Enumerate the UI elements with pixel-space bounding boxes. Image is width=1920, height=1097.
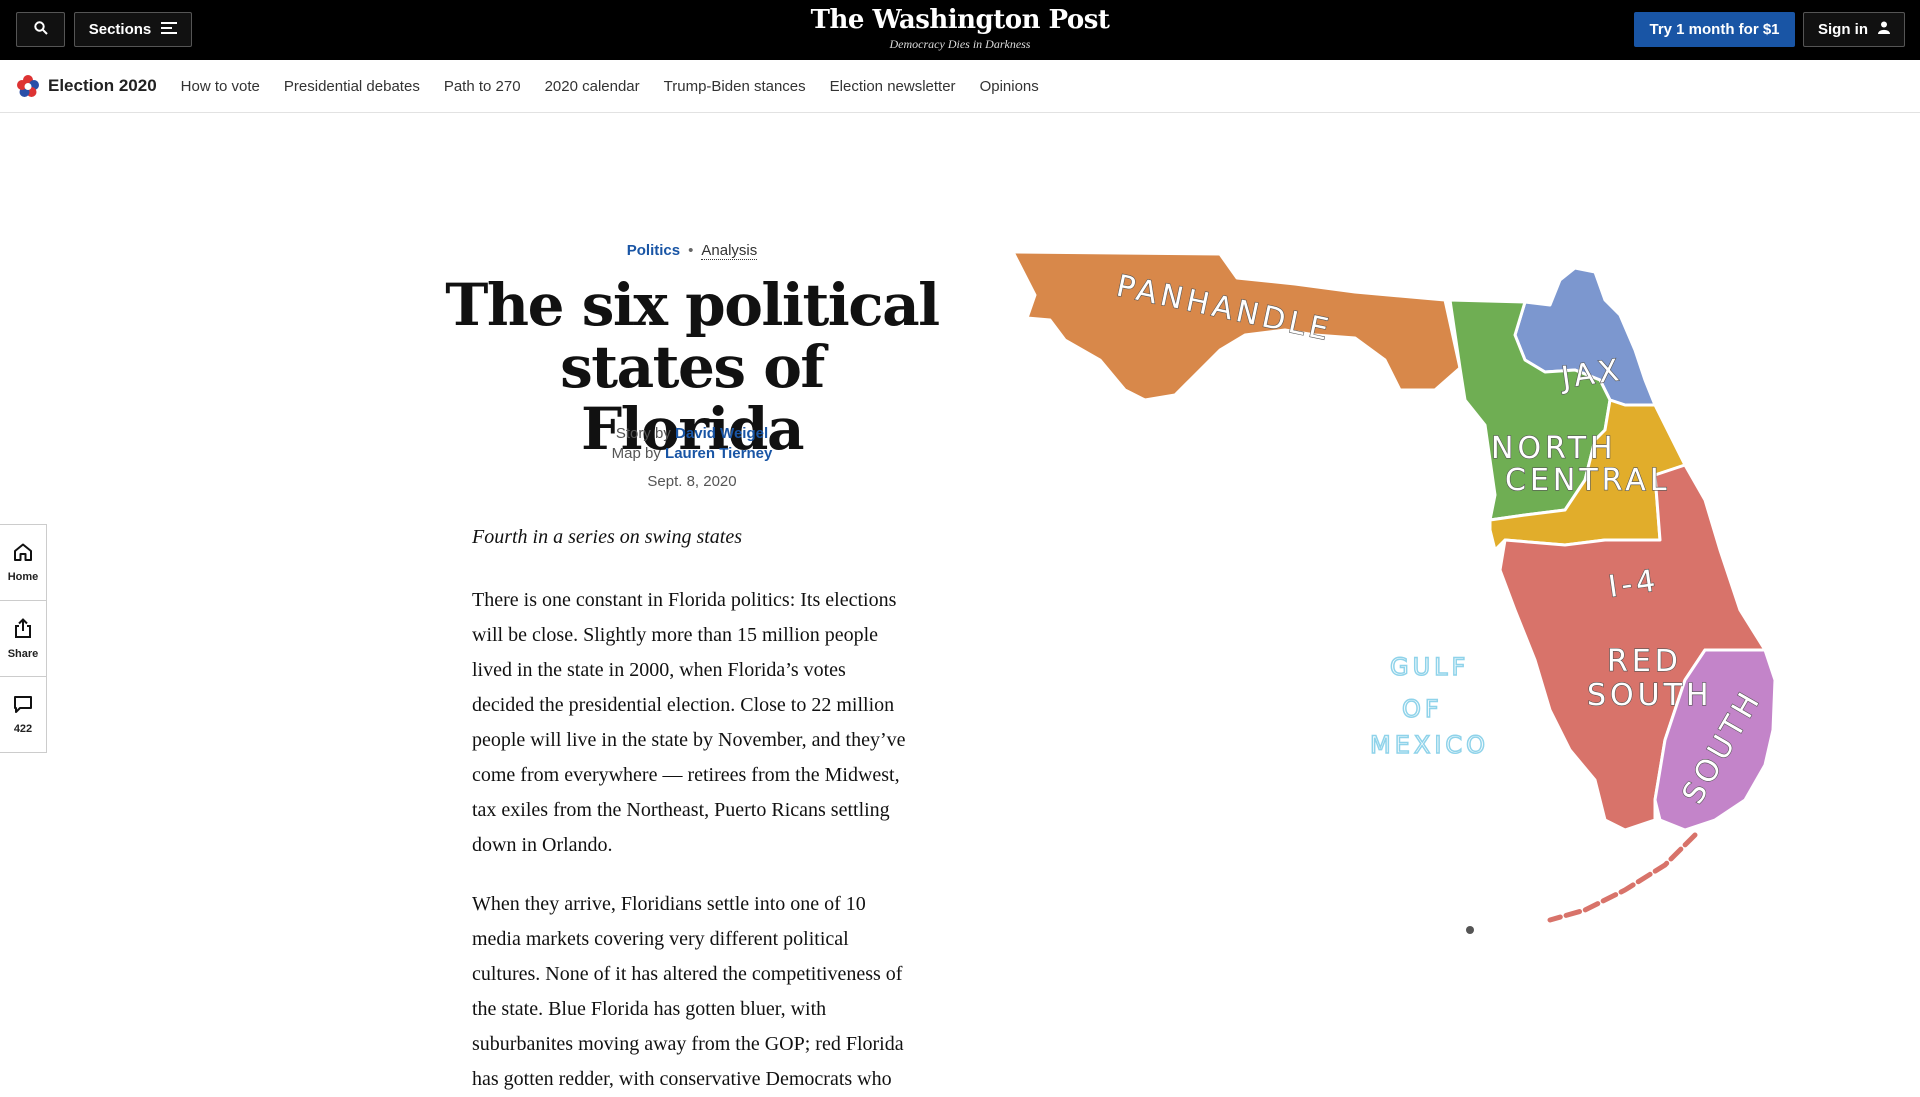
rail-home[interactable]: Home — [0, 525, 46, 601]
nav-link-election-newsletter[interactable]: Election newsletter — [830, 78, 956, 95]
map-label-north: NORTH — [1491, 431, 1617, 466]
nav-link-trump-biden-stances[interactable]: Trump-Biden stances — [664, 78, 806, 95]
comments-count: 422 — [13, 722, 33, 735]
logo-link[interactable]: The Washington Post Democracy Dies in Da… — [760, 6, 1160, 52]
share-icon — [14, 617, 32, 643]
map-label-red: RED — [1607, 644, 1682, 679]
tagline: Democracy Dies in Darkness — [889, 37, 1031, 51]
left-rail: Home Share 422 — [0, 524, 47, 753]
signin-button[interactable]: Sign in — [1803, 12, 1905, 47]
election-star-icon[interactable] — [16, 74, 40, 98]
story-byline: Story by David Weigel — [470, 424, 914, 444]
map-island — [1466, 926, 1474, 934]
article-paragraph: When they arrive, Floridians settle into… — [472, 893, 904, 1090]
election-title[interactable]: Election 2020 — [48, 76, 157, 96]
rail-share[interactable]: Share — [0, 601, 46, 677]
masthead: Sections The Washington Post Democracy D… — [0, 0, 1920, 60]
map-author-link[interactable]: Lauren Tierney — [665, 445, 772, 462]
sections-button[interactable]: Sections — [74, 12, 192, 47]
search-icon — [33, 20, 48, 39]
map-label-of: OF — [1402, 695, 1443, 723]
subscribe-button[interactable]: Try 1 month for $1 — [1634, 12, 1795, 47]
map-keys — [1547, 832, 1698, 923]
home-label: Home — [7, 570, 39, 583]
florida-regions-map: PANHANDLE JAX NORTH CENTRAL I-4 RED SOUT… — [1011, 250, 1777, 934]
article-kicker: Politics • Analysis — [470, 242, 914, 260]
home-icon — [13, 543, 33, 566]
nav-link-path-to-270[interactable]: Path to 270 — [444, 78, 521, 95]
nav-link-2020-calendar[interactable]: 2020 calendar — [545, 78, 640, 95]
story-author-link[interactable]: David Weigel — [675, 425, 768, 442]
kicker-dot: • — [688, 242, 694, 259]
map-label-mexico: MEXICO — [1370, 731, 1489, 759]
search-button[interactable] — [16, 12, 65, 47]
section-link[interactable]: Politics — [627, 242, 680, 259]
sections-label: Sections — [88, 21, 152, 38]
signin-label: Sign in — [1818, 21, 1868, 38]
nav-link-presidential-debates[interactable]: Presidential debates — [284, 78, 420, 95]
map-label-central: CENTRAL — [1505, 463, 1671, 498]
menu-icon — [161, 21, 178, 38]
analysis-label[interactable]: Analysis — [701, 242, 758, 260]
byline: Story by David Weigel Map by Lauren Tier… — [470, 424, 914, 492]
nav-link-how-to-vote[interactable]: How to vote — [181, 78, 260, 95]
map-by-label: Map by — [611, 445, 661, 462]
comment-icon — [13, 695, 33, 718]
story-by-label: Story by — [615, 425, 671, 442]
publish-date: Sept. 8, 2020 — [647, 473, 737, 490]
user-icon — [1878, 21, 1890, 38]
article-paragraph: There is one constant in Florida politic… — [472, 589, 906, 856]
map-byline: Map by Lauren Tierney — [470, 444, 914, 464]
rail-comments[interactable]: 422 — [0, 677, 46, 752]
map-label-red-south: SOUTH — [1587, 678, 1713, 713]
map-label-i4: I-4 — [1606, 563, 1661, 605]
map-label-gulf: GULF — [1390, 653, 1469, 681]
site-logo: The Washington Post — [810, 5, 1110, 35]
article-deck: Fourth in a series on swing states — [472, 526, 743, 548]
nav-link-opinions[interactable]: Opinions — [980, 78, 1039, 95]
election-nav: Election 2020 How to vote Presidential d… — [0, 60, 1920, 113]
share-label: Share — [7, 647, 39, 660]
